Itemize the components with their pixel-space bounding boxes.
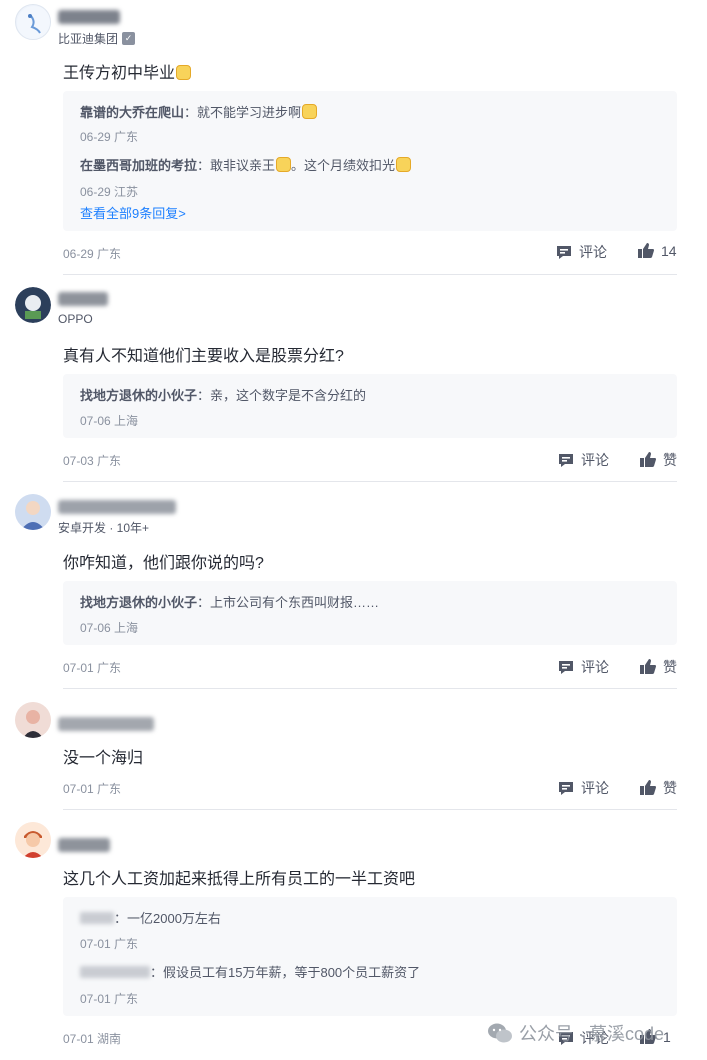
like-button[interactable]: 赞 xyxy=(639,657,677,677)
user-company: OPPO xyxy=(58,312,93,326)
comment-content: 王传方初中毕业 xyxy=(63,59,192,83)
reply-author-blurred[interactable] xyxy=(80,966,150,978)
reply-author[interactable]: 在墨西哥加班的考拉 xyxy=(80,158,197,173)
avatar-image xyxy=(15,494,51,530)
reply-2: 在墨西哥加班的考拉：敢非议亲王 。这个月绩效扣光 xyxy=(80,155,412,174)
reply-text: 敢非议亲王 xyxy=(210,158,276,173)
avatar[interactable] xyxy=(15,494,51,530)
comment-button[interactable]: 评论 xyxy=(557,450,609,470)
reply-1: 找地方退休的小伙子：上市公司有个东西叫财报…… xyxy=(80,595,380,610)
comment-content: 这几个人工资加起来抵得上所有员工的一半工资吧 xyxy=(63,871,416,888)
avatar[interactable] xyxy=(15,702,51,738)
reply-author[interactable]: 找地方退休的小伙子 xyxy=(80,388,197,403)
divider xyxy=(63,688,677,689)
comment-time: 07-03 广东 xyxy=(63,454,122,468)
avatar[interactable] xyxy=(15,822,51,858)
divider xyxy=(63,274,677,275)
reply-time: 07-01 广东 xyxy=(80,992,139,1006)
comment-content: 你咋知道，他们跟你说的吗? xyxy=(63,555,264,572)
watermark: 公众号 · 慕溪code xyxy=(487,1020,664,1046)
username-blurred[interactable] xyxy=(58,10,120,24)
comment-button[interactable]: 评论 xyxy=(555,242,607,262)
reply-text: 一亿2000万左右 xyxy=(127,911,221,926)
thumbs-up-icon xyxy=(640,452,656,467)
avatar-image xyxy=(15,287,51,323)
like-button[interactable]: 赞 xyxy=(639,778,677,798)
reply-time: 06-29 广东 xyxy=(80,130,139,144)
comment-time: 06-29 广东 xyxy=(63,247,122,261)
avatar-image xyxy=(17,6,50,39)
reply-1: 靠谱的大乔在爬山：就不能学习进步啊 xyxy=(80,102,318,121)
user-title: 安卓开发 · 10年+ xyxy=(58,521,150,535)
reply-author[interactable]: 找地方退休的小伙子 xyxy=(80,595,197,610)
emoji-icon xyxy=(176,65,192,80)
reply-text: 就不能学习进步啊 xyxy=(197,105,302,120)
like-button[interactable]: 14 xyxy=(637,242,677,260)
reply-1: 找地方退休的小伙子：亲，这个数字是不含分红的 xyxy=(80,388,367,403)
comment-button[interactable]: 评论 xyxy=(557,657,609,677)
reply-text: 上市公司有个东西叫财报…… xyxy=(210,595,380,610)
avatar-image xyxy=(15,822,51,858)
reply-2: ：假设员工有15万年薪，等于800个员工薪资了 xyxy=(80,962,420,981)
comment-icon xyxy=(559,454,573,467)
reply-text: 。这个月绩效扣光 xyxy=(291,158,396,173)
comment-icon xyxy=(559,661,573,674)
comment-time: 07-01 湖南 xyxy=(63,1032,122,1046)
emoji-icon xyxy=(302,104,318,119)
divider xyxy=(63,481,677,482)
comment-icon xyxy=(559,782,573,795)
username-blurred[interactable] xyxy=(58,838,110,852)
avatar[interactable] xyxy=(15,287,51,323)
divider xyxy=(63,809,677,810)
emoji-icon xyxy=(396,157,412,172)
reply-1: ：一亿2000万左右 xyxy=(80,908,221,927)
reply-time: 07-01 广东 xyxy=(80,937,139,951)
user-company: 比亚迪集团 ✓ xyxy=(58,30,136,47)
reply-list: 找地方退休的小伙子：亲，这个数字是不含分红的 07-06 上海 xyxy=(63,374,677,438)
reply-list: 找地方退休的小伙子：上市公司有个东西叫财报…… 07-06 上海 xyxy=(63,581,677,645)
reply-time: 07-06 上海 xyxy=(80,414,139,428)
thumbs-up-icon xyxy=(640,780,656,795)
thumbs-up-icon xyxy=(640,659,656,674)
username-blurred[interactable] xyxy=(58,292,108,306)
comment-button[interactable]: 评论 xyxy=(557,778,609,798)
comment-icon xyxy=(557,246,571,259)
reply-author[interactable]: 靠谱的大乔在爬山 xyxy=(80,105,184,120)
reply-list: ：一亿2000万左右 07-01 广东 ：假设员工有15万年薪，等于800个员工… xyxy=(63,897,677,1016)
like-button[interactable]: 赞 xyxy=(639,450,677,470)
wechat-icon xyxy=(488,1023,512,1043)
reply-list: 靠谱的大乔在爬山：就不能学习进步啊 06-29 广东 在墨西哥加班的考拉：敢非议… xyxy=(63,91,677,231)
comment-time: 07-01 广东 xyxy=(63,661,122,675)
comment-content: 真有人不知道他们主要收入是股票分红? xyxy=(63,348,344,365)
comment-content: 没一个海归 xyxy=(63,750,144,767)
reply-author-blurred[interactable] xyxy=(80,912,114,924)
view-all-replies-link[interactable]: 查看全部9条回复> xyxy=(80,203,186,222)
verified-icon: ✓ xyxy=(122,32,136,45)
emoji-icon xyxy=(276,157,292,172)
reply-text: 亲，这个数字是不含分红的 xyxy=(210,388,367,403)
reply-time: 06-29 江苏 xyxy=(80,185,139,199)
username-blurred[interactable] xyxy=(58,500,176,514)
reply-text: 假设员工有15万年薪，等于800个员工薪资了 xyxy=(163,965,421,980)
comment-time: 07-01 广东 xyxy=(63,782,122,796)
thumbs-up-icon xyxy=(638,243,654,258)
avatar-image xyxy=(15,702,51,738)
avatar[interactable] xyxy=(15,4,51,40)
reply-time: 07-06 上海 xyxy=(80,621,139,635)
username-blurred[interactable] xyxy=(58,717,154,731)
